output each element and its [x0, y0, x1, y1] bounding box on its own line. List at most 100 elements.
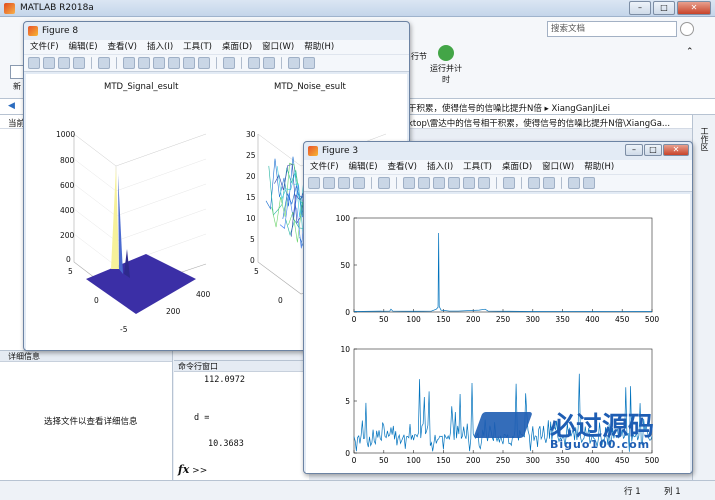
hide-tools-icon[interactable] — [568, 177, 580, 189]
brush-icon[interactable] — [198, 57, 210, 69]
zoom-out-icon[interactable] — [418, 177, 430, 189]
data-cursor-icon[interactable] — [463, 177, 475, 189]
menu-file[interactable]: 文件(F) — [310, 160, 339, 174]
x-tick-label: 450 — [615, 315, 630, 324]
command-window[interactable]: 命令行窗口 112.0972 d = 10.3683 fx >> — [174, 360, 309, 480]
close-button[interactable]: ✕ — [677, 1, 711, 15]
dock-icon[interactable] — [583, 177, 595, 189]
plot2-y-tick-5: 5 — [254, 267, 259, 276]
plot1-z-tick-400: 400 — [60, 206, 75, 215]
plot2-z-tick-15: 15 — [246, 193, 256, 202]
menu-insert[interactable]: 插入(I) — [147, 40, 173, 54]
x-tick-label: 0 — [352, 315, 357, 324]
pan-icon[interactable] — [433, 177, 445, 189]
search-input[interactable]: 搜索文档 — [547, 21, 677, 37]
workspace-strip: 工作区 — [692, 115, 715, 480]
x-tick-label: 350 — [555, 315, 570, 324]
run-and-time-button[interactable]: 运行并计时 — [430, 45, 462, 85]
fig3-minimize-button[interactable]: – — [625, 144, 643, 156]
menu-tools[interactable]: 工具(T) — [463, 160, 492, 174]
save-icon[interactable] — [58, 57, 70, 69]
mtd-signal-surface — [73, 133, 207, 314]
pointer-icon[interactable] — [98, 57, 110, 69]
graduation-cap-icon — [473, 412, 533, 438]
x-tick-label: 50 — [379, 456, 389, 465]
legend-icon[interactable] — [543, 177, 555, 189]
menu-edit[interactable]: 编辑(E) — [69, 40, 98, 54]
data-cursor-icon[interactable] — [183, 57, 195, 69]
legend-icon[interactable] — [263, 57, 275, 69]
search-icon[interactable] — [680, 22, 694, 36]
back-icon[interactable]: ◀ — [8, 101, 15, 111]
brush-icon[interactable] — [478, 177, 490, 189]
menu-desktop[interactable]: 桌面(D) — [502, 160, 532, 174]
link-icon[interactable] — [503, 177, 515, 189]
print-icon[interactable] — [73, 57, 85, 69]
hide-tools-icon[interactable] — [288, 57, 300, 69]
menu-view[interactable]: 查看(V) — [388, 160, 417, 174]
ribbon-arrow-icon[interactable]: ⌃ — [686, 47, 694, 57]
x-tick-label: 100 — [406, 456, 421, 465]
plot1-z-tick-600: 600 — [60, 181, 75, 190]
save-icon[interactable] — [338, 177, 350, 189]
menu-tools[interactable]: 工具(T) — [183, 40, 212, 54]
plot2-z-tick-30: 30 — [246, 130, 256, 139]
plot1-z-tick-800: 800 — [60, 156, 75, 165]
menu-file[interactable]: 文件(F) — [30, 40, 59, 54]
y-tick-label: 50 — [340, 261, 350, 270]
new-figure-icon[interactable] — [28, 57, 40, 69]
fig3-close-button[interactable]: ✕ — [663, 144, 689, 156]
figure-icon — [28, 26, 38, 36]
details-pane: 详细信息 选择文件以查看详细信息 — [0, 350, 173, 480]
open-icon[interactable] — [43, 57, 55, 69]
maximize-button[interactable]: □ — [653, 1, 675, 15]
address-path[interactable]: 干积累，使得信号的信噪比提升N倍 ▸ XiangGanJiLei — [408, 102, 610, 114]
new-figure-icon[interactable] — [308, 177, 320, 189]
fig3-maximize-button[interactable]: □ — [644, 144, 662, 156]
menu-help[interactable]: 帮助(H) — [584, 160, 614, 174]
print-icon[interactable] — [353, 177, 365, 189]
x-tick-label: 150 — [436, 315, 451, 324]
dock-icon[interactable] — [303, 57, 315, 69]
app-title: MATLAB R2018a — [20, 3, 94, 13]
status-bar: 行 1 列 1 — [0, 480, 715, 500]
menu-insert[interactable]: 插入(I) — [427, 160, 453, 174]
plot1-z-tick-200: 200 — [60, 231, 75, 240]
menu-desktop[interactable]: 桌面(D) — [222, 40, 252, 54]
new-icon — [10, 65, 24, 79]
menu-view[interactable]: 查看(V) — [108, 40, 137, 54]
plot1-y-tick-5: 5 — [68, 267, 73, 276]
plot1-x-tick-200: 200 — [166, 307, 181, 316]
colorbar-icon[interactable] — [248, 57, 260, 69]
zoom-in-icon[interactable] — [403, 177, 415, 189]
zoom-out-icon[interactable] — [138, 57, 150, 69]
fx-prompt[interactable]: fx >> — [178, 463, 207, 476]
figure-8-menubar: 文件(F) 编辑(E) 查看(V) 插入(I) 工具(T) 桌面(D) 窗口(W… — [24, 40, 409, 55]
plot2-z-tick-10: 10 — [246, 214, 256, 223]
x-tick-label: 100 — [406, 315, 421, 324]
open-icon[interactable] — [323, 177, 335, 189]
menu-window[interactable]: 窗口(W) — [542, 160, 574, 174]
minimize-button[interactable]: – — [629, 1, 651, 15]
fx-icon: fx — [178, 463, 190, 476]
menu-window[interactable]: 窗口(W) — [262, 40, 294, 54]
details-header: 详细信息 — [0, 351, 172, 362]
x-tick-label: 150 — [436, 456, 451, 465]
figure-3-window[interactable]: Figure 3 – □ ✕ 文件(F) 编辑(E) 查看(V) 插入(I) 工… — [303, 141, 693, 474]
pan-icon[interactable] — [153, 57, 165, 69]
link-icon[interactable] — [223, 57, 235, 69]
colorbar-icon[interactable] — [528, 177, 540, 189]
cmd-line-2: d = — [194, 413, 210, 423]
y-tick-label: 10 — [340, 345, 350, 354]
menu-help[interactable]: 帮助(H) — [304, 40, 334, 54]
rotate-icon[interactable] — [448, 177, 460, 189]
x-tick-label: 300 — [526, 315, 541, 324]
x-tick-label: 50 — [379, 315, 389, 324]
zoom-in-icon[interactable] — [123, 57, 135, 69]
status-col: 列 1 — [664, 487, 681, 497]
pointer-icon[interactable] — [378, 177, 390, 189]
workspace-label[interactable]: 工作区 — [699, 127, 710, 151]
menu-edit[interactable]: 编辑(E) — [349, 160, 378, 174]
rotate-icon[interactable] — [168, 57, 180, 69]
top-line-chart: 0 50 100 150 200 250 300 350 400 450 500 0 50 100 — [336, 214, 660, 324]
